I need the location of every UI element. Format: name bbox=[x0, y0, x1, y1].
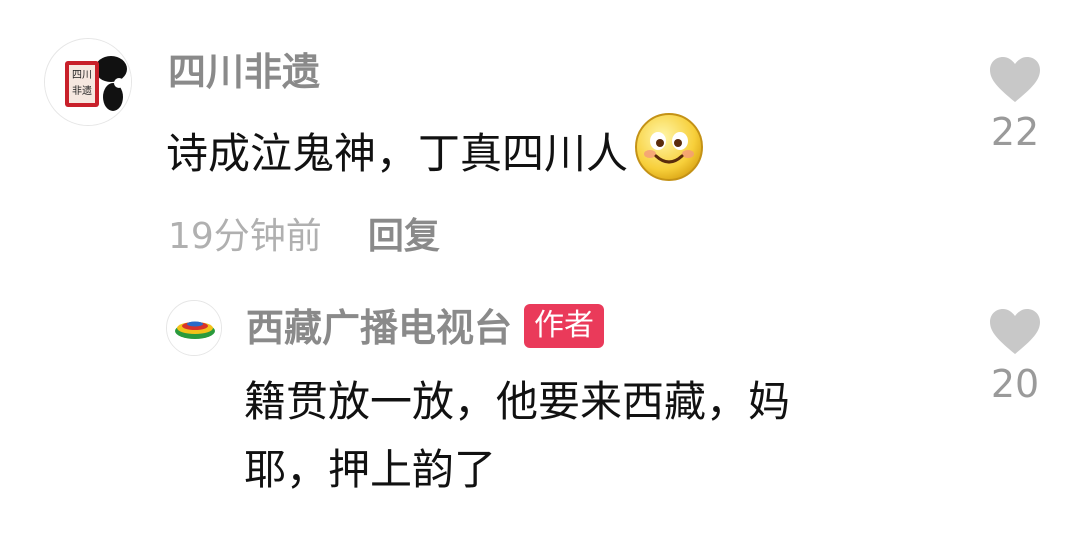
like-button[interactable]: 22 bbox=[985, 56, 1045, 154]
avatar[interactable]: 四川 非遗 bbox=[44, 38, 132, 126]
comment-time: 19分钟前 bbox=[168, 216, 322, 257]
reply-text: 籍贯放一放，他要来西藏，妈 耶，押上韵了 bbox=[244, 368, 944, 504]
sichuan-panda-logo-icon: 四川 非遗 bbox=[45, 39, 131, 125]
svg-text:四川: 四川 bbox=[72, 70, 92, 81]
svg-text:非遗: 非遗 bbox=[72, 84, 92, 97]
like-count: 22 bbox=[990, 110, 1040, 154]
heart-icon bbox=[990, 57, 1040, 102]
reply-avatar[interactable] bbox=[166, 300, 222, 356]
reply-text-line-2: 耶，押上韵了 bbox=[244, 445, 497, 494]
author-badge: 作者 bbox=[524, 304, 605, 348]
reply-like-button[interactable]: 20 bbox=[985, 308, 1045, 406]
tibet-tv-logo-icon bbox=[167, 301, 221, 355]
heart-icon bbox=[990, 309, 1040, 354]
reply-username-text[interactable]: 西藏广播电视台 bbox=[246, 306, 512, 350]
comment-meta: 19分钟前 回复 bbox=[168, 212, 440, 262]
reply-item: 西藏广播电视台 作者 籍贯放一放，他要来西藏，妈 耶，押上韵了 20 bbox=[0, 280, 1080, 533]
comment-text-content: 诗成泣鬼神，丁真四川人 bbox=[166, 129, 629, 178]
comment-text: 诗成泣鬼神，丁真四川人 bbox=[166, 112, 926, 195]
reply-button[interactable]: 回复 bbox=[368, 216, 440, 257]
reply-like-count: 20 bbox=[990, 362, 1040, 406]
comment-item: 四川 非遗 四川非遗 诗成泣鬼神，丁真四川人 19分钟前 回复 22 bbox=[0, 0, 1080, 280]
reply-username: 西藏广播电视台 作者 bbox=[246, 302, 605, 354]
reply-text-line-1: 籍贯放一放，他要来西藏，妈 bbox=[244, 377, 791, 426]
comment-username[interactable]: 四川非遗 bbox=[168, 46, 320, 98]
smile-emoji-icon bbox=[634, 112, 704, 195]
